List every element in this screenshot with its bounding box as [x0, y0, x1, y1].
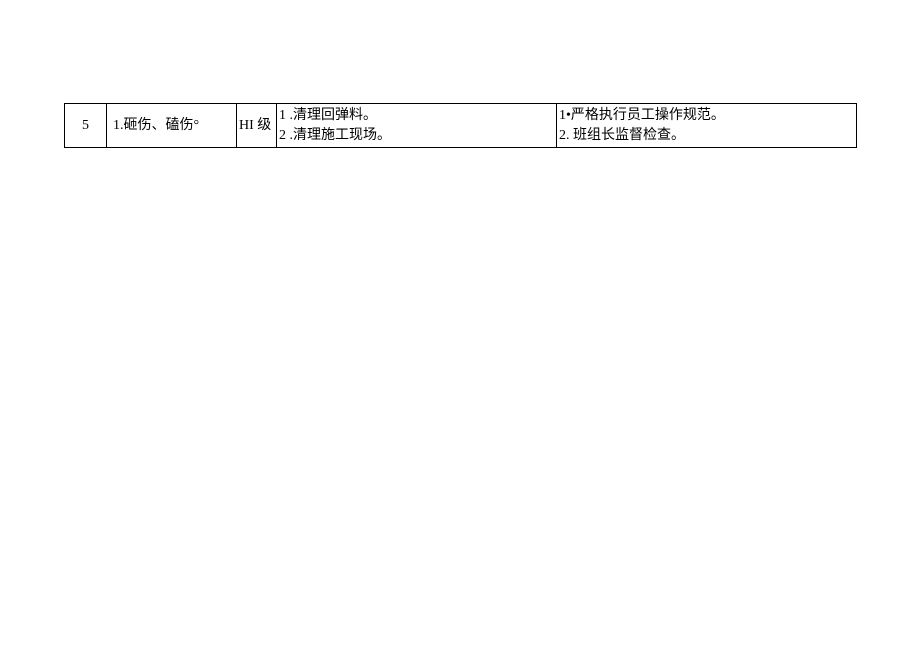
cell-number: 5	[65, 104, 107, 148]
cell-measure: 1•严格执行员工操作规范。 2. 班组长监督检查。	[557, 104, 857, 148]
table-row: 5 1.砸伤、磕伤° HI 级 1 .清理回弹料。 2 .清理施工现场。 1•严…	[65, 104, 857, 148]
cell-operation: 1 .清理回弹料。 2 .清理施工现场。	[277, 104, 557, 148]
cell-level: HI 级	[237, 104, 277, 148]
document-table: 5 1.砸伤、磕伤° HI 级 1 .清理回弹料。 2 .清理施工现场。 1•严…	[64, 103, 857, 148]
cell-hazard: 1.砸伤、磕伤°	[107, 104, 237, 148]
risk-table: 5 1.砸伤、磕伤° HI 级 1 .清理回弹料。 2 .清理施工现场。 1•严…	[64, 103, 857, 148]
